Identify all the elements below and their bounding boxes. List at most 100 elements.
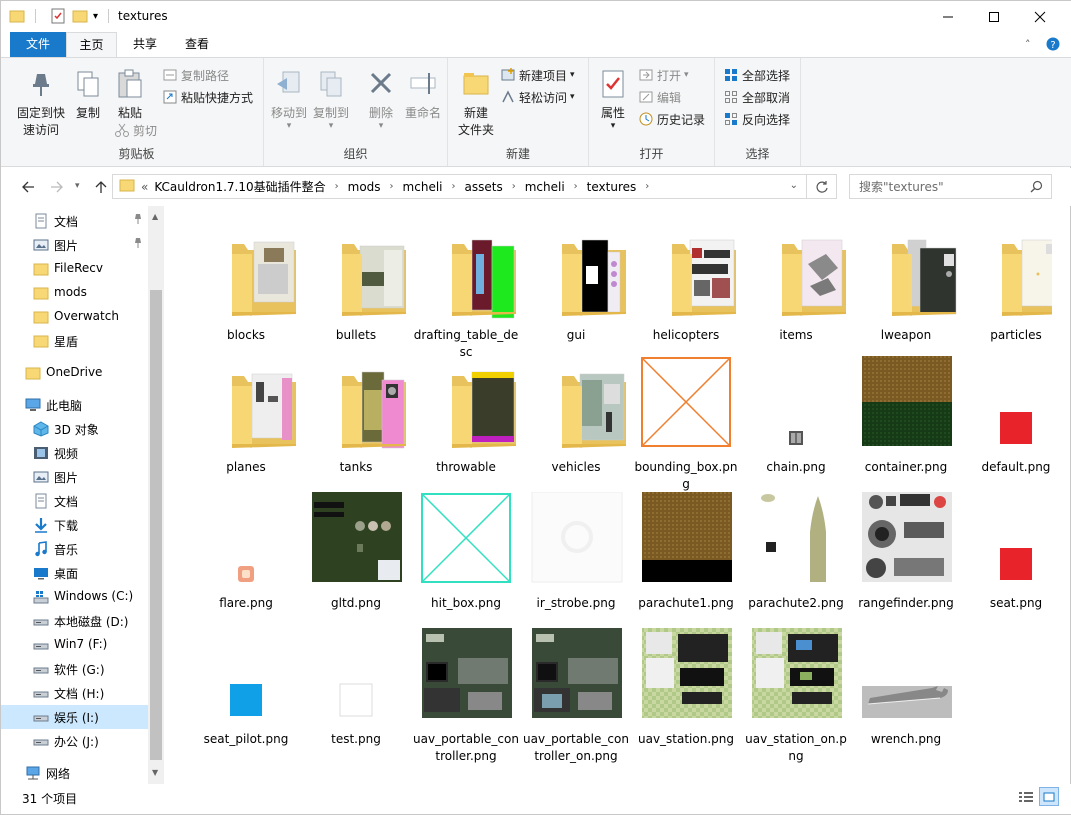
copy-to-button[interactable]: 复制到 ▾ bbox=[311, 68, 351, 131]
up-arrow-icon[interactable] bbox=[94, 180, 108, 197]
tab-home[interactable]: 主页 bbox=[66, 32, 117, 58]
copy-button[interactable]: 复制 bbox=[72, 68, 104, 122]
back-arrow-icon[interactable] bbox=[21, 180, 35, 197]
breadcrumb-item[interactable]: assets bbox=[465, 180, 503, 194]
nav-item[interactable]: 图片 bbox=[1, 465, 148, 489]
properties-quick-icon[interactable] bbox=[50, 8, 66, 24]
nav-item[interactable]: 星盾 bbox=[1, 329, 148, 353]
cut-button[interactable]: 剪切 bbox=[114, 120, 157, 140]
scroll-up-icon[interactable]: ▲ bbox=[152, 212, 158, 221]
file-item[interactable]: gltd.png bbox=[302, 492, 410, 632]
folder-item[interactable]: throwable bbox=[412, 356, 520, 496]
nav-item[interactable]: 软件 (G:) bbox=[1, 657, 148, 681]
forward-arrow-icon[interactable] bbox=[50, 180, 64, 197]
select-none-button[interactable]: 全部取消 bbox=[723, 87, 790, 107]
nav-item[interactable]: FileRecv bbox=[1, 257, 148, 281]
file-item[interactable]: bounding_box.png bbox=[632, 356, 740, 496]
refresh-button[interactable] bbox=[807, 174, 837, 199]
nav-item[interactable]: Overwatch bbox=[1, 305, 148, 329]
folder-item[interactable]: bullets bbox=[302, 224, 410, 364]
tab-file[interactable]: 文件 bbox=[10, 32, 66, 57]
file-item[interactable]: hit_box.png bbox=[412, 492, 520, 632]
file-item[interactable]: rangefinder.png bbox=[852, 492, 960, 632]
tab-view[interactable]: 查看 bbox=[173, 32, 221, 57]
folder-item[interactable]: blocks bbox=[192, 224, 300, 364]
file-item[interactable]: ir_strobe.png bbox=[522, 491, 630, 632]
file-item[interactable]: wrench.png bbox=[852, 628, 960, 768]
file-item[interactable]: chain.png bbox=[742, 356, 850, 496]
nav-item[interactable]: 图片 bbox=[1, 233, 148, 257]
nav-item[interactable]: mods bbox=[1, 281, 148, 305]
file-item[interactable]: seat_pilot.png bbox=[192, 628, 300, 768]
address-dropdown-icon[interactable]: ⌄ bbox=[790, 180, 798, 191]
file-item[interactable]: flare.png bbox=[192, 492, 300, 632]
search-input[interactable]: 搜索"textures" bbox=[849, 174, 1052, 199]
file-item[interactable]: parachute1.png bbox=[632, 492, 740, 632]
details-view-icon[interactable] bbox=[1018, 790, 1034, 807]
history-button[interactable]: 历史记录 bbox=[638, 109, 705, 129]
breadcrumb-chevron-icon[interactable]: › bbox=[512, 181, 516, 192]
tab-share[interactable]: 共享 bbox=[121, 32, 169, 57]
nav-item[interactable]: 娱乐 (I:) bbox=[1, 705, 148, 729]
breadcrumb-chevron-icon[interactable]: › bbox=[390, 181, 394, 192]
folder-item[interactable]: items bbox=[742, 224, 850, 364]
select-all-button[interactable]: 全部选择 bbox=[723, 65, 790, 85]
invert-selection-button[interactable]: 反向选择 bbox=[723, 109, 790, 129]
nav-item[interactable]: 音乐 bbox=[1, 537, 148, 561]
file-item[interactable]: container.png bbox=[852, 356, 960, 496]
open-button[interactable]: 打开 ▾ bbox=[638, 65, 689, 85]
rename-button[interactable]: 重命名 bbox=[402, 68, 444, 122]
nav-item[interactable]: Windows (C:) bbox=[1, 585, 148, 609]
maximize-button[interactable] bbox=[971, 1, 1017, 32]
breadcrumb-item[interactable]: KCauldron1.7.10基础插件整合 bbox=[154, 178, 325, 195]
large-icons-view-icon[interactable] bbox=[1039, 787, 1059, 806]
folder-item[interactable]: planes bbox=[192, 356, 300, 496]
content-scrollbar[interactable] bbox=[1052, 206, 1069, 784]
nav-item[interactable]: 视频 bbox=[1, 441, 148, 465]
delete-button[interactable]: 删除 ▾ bbox=[362, 68, 400, 131]
edit-button[interactable]: 编辑 bbox=[638, 87, 681, 107]
nav-item[interactable]: 本地磁盘 (D:) bbox=[1, 609, 148, 633]
folder-item[interactable]: drafting_table_desc bbox=[412, 224, 520, 364]
minimize-button[interactable] bbox=[925, 1, 971, 32]
breadcrumb-item[interactable]: textures bbox=[587, 180, 637, 194]
folder-item[interactable]: tanks bbox=[302, 356, 410, 496]
paste-button[interactable]: 粘贴 bbox=[112, 68, 148, 122]
help-icon[interactable]: ? bbox=[1046, 37, 1060, 54]
nav-item[interactable]: 文档 (H:) bbox=[1, 681, 148, 705]
nav-item[interactable]: 下载 bbox=[1, 513, 148, 537]
breadcrumb-chevron-icon[interactable]: › bbox=[335, 181, 339, 192]
nav-item[interactable]: 此电脑 bbox=[1, 393, 148, 417]
nav-item[interactable]: Win7 (F:) bbox=[1, 633, 148, 657]
nav-item[interactable]: 文档 bbox=[1, 489, 148, 513]
breadcrumb-chevron-icon[interactable]: › bbox=[452, 181, 456, 192]
nav-item[interactable]: 办公 (J:) bbox=[1, 729, 148, 753]
close-button[interactable] bbox=[1017, 1, 1063, 32]
new-item-button[interactable]: 新建项目 ▾ bbox=[500, 65, 575, 85]
copy-path-button[interactable]: 复制路径 bbox=[162, 65, 229, 85]
breadcrumb-item[interactable]: mcheli bbox=[403, 180, 443, 194]
folder-item[interactable]: lweapon bbox=[852, 224, 960, 364]
scroll-down-icon[interactable]: ▼ bbox=[152, 768, 158, 777]
file-item[interactable]: test.png bbox=[302, 628, 410, 768]
new-folder-quick-icon[interactable] bbox=[72, 8, 88, 24]
breadcrumb-overflow[interactable]: « bbox=[141, 180, 148, 194]
breadcrumb-item[interactable]: mods bbox=[348, 180, 381, 194]
folder-item[interactable]: vehicles bbox=[522, 356, 630, 496]
breadcrumb-chevron-icon[interactable]: › bbox=[574, 181, 578, 192]
move-to-button[interactable]: 移动到 ▾ bbox=[269, 68, 309, 131]
file-item[interactable]: uav_portable_controller_on.png bbox=[522, 628, 630, 768]
nav-item[interactable]: 网络 bbox=[1, 761, 148, 785]
breadcrumb-item[interactable]: mcheli bbox=[525, 180, 565, 194]
properties-button[interactable]: 属性 ▾ bbox=[595, 68, 631, 131]
file-item[interactable]: uav_portable_controller.png bbox=[412, 628, 520, 768]
nav-item[interactable]: 桌面 bbox=[1, 561, 148, 585]
nav-scroll-thumb[interactable] bbox=[150, 290, 162, 760]
paste-shortcut-button[interactable]: 粘贴快捷方式 bbox=[162, 87, 253, 107]
address-bar[interactable]: « KCauldron1.7.10基础插件整合 › mods › mcheli … bbox=[112, 174, 807, 199]
easy-access-button[interactable]: 轻松访问 ▾ bbox=[500, 87, 575, 107]
nav-item[interactable]: OneDrive bbox=[1, 361, 148, 385]
file-item[interactable]: uav_station.png bbox=[632, 628, 740, 768]
new-folder-button[interactable]: 新建 文件夹 bbox=[456, 68, 496, 139]
file-item[interactable]: parachute2.png bbox=[742, 492, 850, 632]
